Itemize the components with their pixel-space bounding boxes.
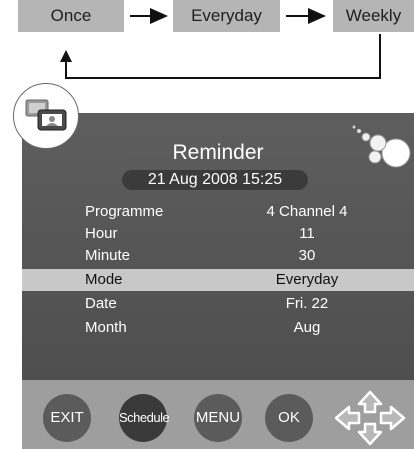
ok-button[interactable]: OK	[265, 394, 313, 442]
row-label: Programme	[85, 203, 164, 220]
page-title: Reminder	[172, 141, 264, 164]
row-label: Date	[85, 295, 117, 312]
row-label: Mode	[85, 271, 123, 288]
row-value: 11	[299, 225, 315, 242]
schedule-button[interactable]: Schedule	[119, 394, 170, 442]
row-value: 30	[298, 247, 316, 264]
row-value: Fri. 22	[285, 295, 329, 312]
row-hour[interactable]: Hour 11	[22, 223, 414, 245]
row-date[interactable]: Date Fri. 22	[22, 293, 414, 315]
row-programme[interactable]: Programme 4 Channel 4	[22, 201, 414, 223]
tv-screen-icon	[25, 99, 67, 131]
reminder-panel: Reminder 21 Aug 2008 15:25 Programme 4 C…	[22, 113, 414, 449]
row-value: Everyday	[275, 271, 339, 288]
row-month[interactable]: Month Aug	[22, 317, 414, 339]
datetime-display: 21 Aug 2008 15:25	[122, 170, 308, 190]
navigation-arrows-icon[interactable]	[334, 390, 406, 446]
exit-button[interactable]: EXIT	[43, 394, 91, 442]
button-bar: EXIT Schedule MENU OK	[22, 380, 414, 449]
row-value: 4 Channel 4	[266, 203, 348, 220]
row-label: Month	[85, 319, 127, 336]
row-label: Hour	[85, 225, 118, 242]
menu-button[interactable]: MENU	[194, 394, 242, 442]
row-value: Aug	[293, 319, 321, 336]
row-label: Minute	[85, 247, 131, 264]
return-arrow-icon	[60, 34, 381, 79]
tv-guide-logo	[13, 83, 79, 149]
row-minute[interactable]: Minute 30	[22, 245, 414, 267]
row-mode[interactable]: Mode Everyday	[22, 269, 414, 291]
